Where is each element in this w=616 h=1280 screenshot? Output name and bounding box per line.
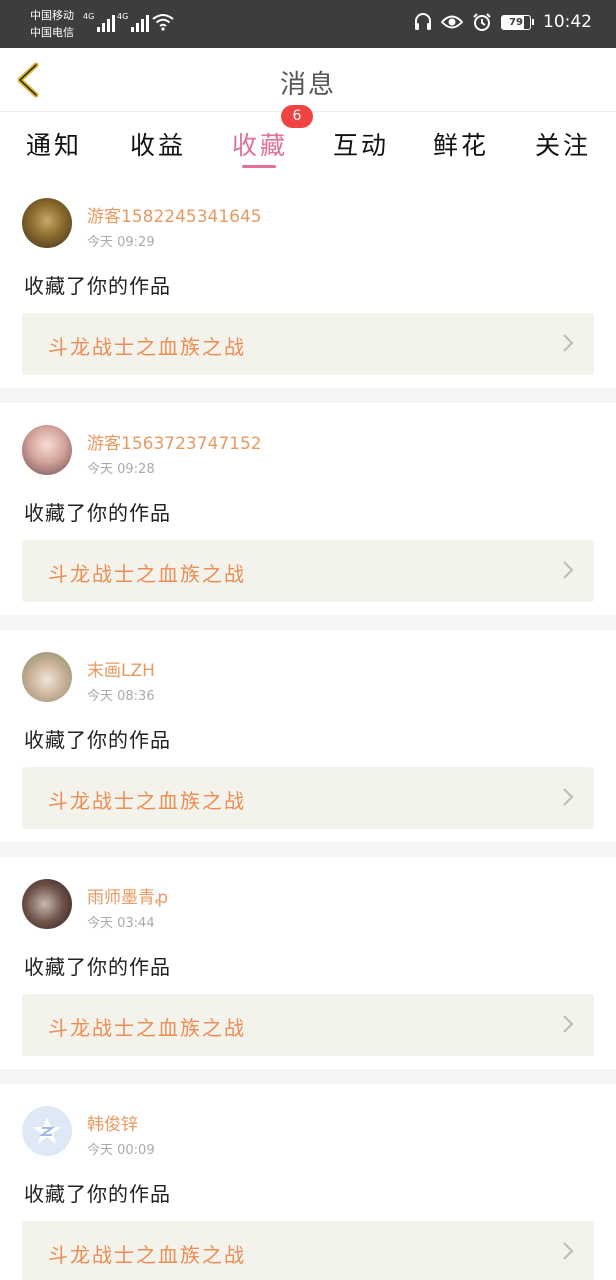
divider (0, 1069, 616, 1084)
chevron-right-icon (563, 561, 574, 579)
default-avatar-icon (33, 1117, 61, 1144)
wifi-icon (152, 14, 174, 31)
timestamp: 今天 03:44 (87, 916, 155, 931)
unread-badge: 6 (281, 105, 313, 128)
work-title: 斗龙战士之血族之战 (48, 562, 246, 586)
work-title: 斗龙战士之血族之战 (48, 1016, 246, 1040)
carrier-2: 中国电信 (30, 26, 74, 39)
tab-favorites[interactable]: 收藏 (220, 126, 300, 162)
list-item: 游客1582245341645 今天 09:29 收藏了你的作品 斗龙战士之血族… (0, 176, 616, 388)
list-item: 雨师墨青ꝓ 今天 03:44 收藏了你的作品 斗龙战士之血族之战 (0, 857, 616, 1069)
active-tab-indicator (242, 165, 276, 168)
page-title: 消息 (279, 70, 336, 100)
status-bar: 中国移动 中国电信 4G 4G 79 10:42 (0, 0, 616, 48)
action-text: 收藏了你的作品 (24, 955, 171, 979)
avatar[interactable] (22, 198, 72, 248)
timestamp: 今天 09:29 (87, 235, 155, 250)
avatar[interactable] (22, 879, 72, 929)
action-text: 收藏了你的作品 (24, 274, 171, 298)
username[interactable]: 韩俊锌 (87, 1110, 138, 1135)
divider (0, 615, 616, 630)
header: 消息 (0, 48, 616, 112)
signal-icon: 4G (83, 12, 116, 32)
tab-follows[interactable]: 关注 (523, 126, 603, 162)
work-title: 斗龙战士之血族之战 (48, 1243, 246, 1267)
network-type-2: 4G (117, 12, 129, 21)
action-text: 收藏了你的作品 (24, 1182, 171, 1206)
work-title: 斗龙战士之血族之战 (48, 335, 246, 359)
chevron-right-icon (563, 1242, 574, 1260)
battery-icon: 79 (501, 14, 534, 30)
username[interactable]: 末画LZH (87, 656, 155, 681)
headset-icon (415, 13, 431, 30)
tab-interactions[interactable]: 互动 (321, 126, 401, 162)
clock: 10:42 (543, 12, 592, 32)
username[interactable]: 游客1563723747152 (87, 429, 262, 454)
list-item: 韩俊锌 今天 00:09 收藏了你的作品 斗龙战士之血族之战 (0, 1084, 616, 1280)
list-item: 游客1563723747152 今天 09:28 收藏了你的作品 斗龙战士之血族… (0, 403, 616, 615)
divider (0, 388, 616, 403)
tab-flowers[interactable]: 鲜花 (421, 126, 501, 162)
action-text: 收藏了你的作品 (24, 501, 171, 525)
chevron-right-icon (563, 1015, 574, 1033)
work-link[interactable]: 斗龙战士之血族之战 (22, 994, 594, 1056)
carrier-1: 中国移动 (30, 9, 74, 22)
action-text: 收藏了你的作品 (24, 728, 171, 752)
chevron-right-icon (563, 788, 574, 806)
work-link[interactable]: 斗龙战士之血族之战 (22, 767, 594, 829)
username[interactable]: 游客1582245341645 (87, 202, 262, 227)
work-link[interactable]: 斗龙战士之血族之战 (22, 313, 594, 375)
network-type-1: 4G (83, 12, 95, 21)
tab-earnings[interactable]: 收益 (118, 126, 198, 162)
chevron-right-icon (563, 334, 574, 352)
tab-notifications[interactable]: 通知 (14, 126, 94, 162)
message-list: 游客1582245341645 今天 09:29 收藏了你的作品 斗龙战士之血族… (0, 176, 616, 1280)
avatar[interactable] (22, 1106, 72, 1156)
work-title: 斗龙战士之血族之战 (48, 789, 246, 813)
alarm-icon (473, 13, 491, 31)
avatar[interactable] (22, 652, 72, 702)
battery-level: 79 (501, 14, 531, 30)
signal-icon-2: 4G (117, 12, 150, 32)
timestamp: 今天 09:28 (87, 462, 155, 477)
eye-icon (441, 15, 463, 29)
carrier-info: 中国移动 中国电信 (30, 7, 74, 41)
username[interactable]: 雨师墨青ꝓ (87, 883, 168, 908)
avatar[interactable] (22, 425, 72, 475)
list-item: 末画LZH 今天 08:36 收藏了你的作品 斗龙战士之血族之战 (0, 630, 616, 842)
work-link[interactable]: 斗龙战士之血族之战 (22, 540, 594, 602)
divider (0, 842, 616, 857)
timestamp: 今天 08:36 (87, 689, 155, 704)
timestamp: 今天 00:09 (87, 1143, 155, 1158)
work-link[interactable]: 斗龙战士之血族之战 (22, 1221, 594, 1280)
